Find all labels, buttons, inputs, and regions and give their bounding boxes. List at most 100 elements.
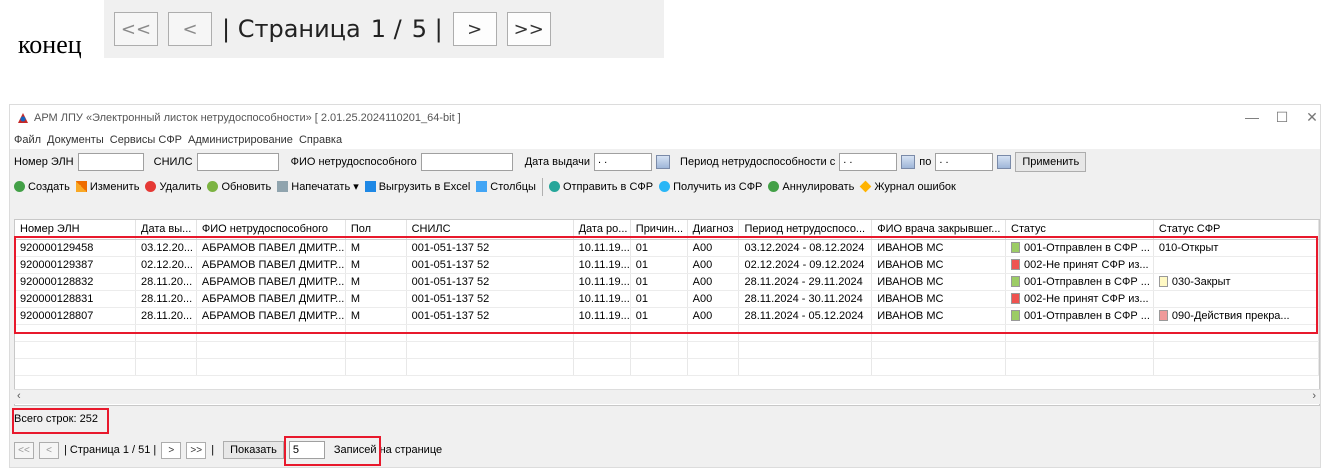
table-row[interactable] bbox=[15, 341, 1319, 359]
total-highlight-box bbox=[12, 408, 109, 434]
send-sfr-button[interactable]: Отправить в СФР bbox=[548, 181, 653, 193]
table-cell bbox=[630, 358, 688, 376]
delete-button[interactable]: Удалить bbox=[145, 181, 201, 193]
table-cell bbox=[15, 341, 136, 359]
snils-label: СНИЛС bbox=[153, 155, 193, 168]
eln-input[interactable] bbox=[77, 152, 144, 171]
page-number: 1 / bbox=[370, 15, 402, 43]
table-cell bbox=[738, 341, 873, 359]
period-label: Период нетрудоспособности с bbox=[680, 155, 836, 168]
window-title: АРМ ЛПУ «Электронный листок нетрудоспосо… bbox=[34, 111, 461, 124]
prev-page-button[interactable]: < bbox=[39, 441, 59, 459]
diamond-icon bbox=[859, 180, 872, 193]
dropdown-arrow-icon[interactable]: ▾ bbox=[353, 180, 359, 193]
annul-button[interactable]: Аннулировать bbox=[768, 181, 854, 193]
table-cell bbox=[406, 358, 574, 376]
horizontal-scrollbar[interactable]: ‹ › bbox=[14, 389, 1320, 404]
page-label: | Страница bbox=[222, 15, 361, 43]
menu-documents[interactable]: Документы bbox=[47, 134, 104, 146]
menu-help[interactable]: Справка bbox=[299, 134, 342, 146]
delete-icon bbox=[145, 181, 157, 192]
snils-input[interactable] bbox=[196, 152, 279, 171]
prev-page-button[interactable]: < bbox=[168, 12, 212, 46]
table-cell bbox=[573, 341, 631, 359]
apply-button[interactable]: Применить bbox=[1015, 151, 1087, 172]
rows-highlight-box bbox=[14, 236, 1318, 334]
add-icon bbox=[14, 181, 25, 192]
print-button[interactable]: Напечатать ▾ bbox=[277, 180, 359, 193]
error-log-button[interactable]: Журнал ошибок bbox=[859, 180, 956, 193]
table-cell bbox=[135, 358, 197, 376]
menu-sfr-services[interactable]: Сервисы СФР bbox=[110, 134, 182, 146]
toolbar: Создать Изменить Удалить Обновить Напеча… bbox=[10, 174, 1320, 199]
show-button[interactable]: Показать bbox=[223, 441, 284, 459]
table-row[interactable] bbox=[15, 358, 1319, 376]
top-pager: << < | Страница 1 / 5 | > >> bbox=[104, 0, 664, 58]
table-cell bbox=[406, 341, 574, 359]
table-cell bbox=[15, 358, 136, 376]
table-cell bbox=[630, 341, 688, 359]
first-page-button[interactable]: << bbox=[14, 441, 34, 459]
show-highlight-box bbox=[284, 436, 381, 466]
title-bar: АРМ ЛПУ «Электронный листок нетрудоспосо… bbox=[10, 105, 1320, 130]
create-button[interactable]: Создать bbox=[14, 181, 70, 193]
refresh-icon bbox=[207, 181, 219, 192]
export-excel-button[interactable]: Выгрузить в Excel bbox=[364, 181, 470, 193]
scroll-right-icon[interactable]: › bbox=[1312, 390, 1316, 402]
toolbar-separator bbox=[541, 177, 543, 196]
calendar-icon[interactable] bbox=[656, 154, 671, 169]
table-cell bbox=[345, 358, 407, 376]
app-logo-icon bbox=[16, 111, 30, 125]
refresh-button[interactable]: Обновить bbox=[207, 181, 271, 193]
eln-label: Номер ЭЛН bbox=[14, 155, 74, 168]
table-cell bbox=[687, 341, 740, 359]
table-cell bbox=[1005, 341, 1154, 359]
scroll-left-icon[interactable]: ‹ bbox=[17, 390, 21, 402]
fio-input[interactable] bbox=[420, 152, 513, 171]
table-cell bbox=[345, 341, 407, 359]
page-indicator: | Страница 1 / 5 | bbox=[222, 15, 443, 43]
calendar-icon[interactable] bbox=[997, 154, 1012, 169]
calendar-icon[interactable] bbox=[901, 154, 916, 169]
table-cell bbox=[1153, 341, 1319, 359]
table-cell bbox=[1153, 358, 1319, 376]
period-to-label: по bbox=[919, 155, 932, 168]
table-cell bbox=[135, 341, 197, 359]
edit-button[interactable]: Изменить bbox=[75, 181, 139, 193]
period-from-input[interactable]: . . bbox=[839, 152, 898, 171]
pager-separator: | bbox=[211, 444, 215, 456]
period-to-input[interactable]: . . bbox=[935, 152, 994, 171]
close-button[interactable]: ✕ bbox=[1292, 107, 1321, 127]
table-cell bbox=[1005, 358, 1154, 376]
page-indicator: | Страница 1 / 51 | bbox=[64, 444, 157, 456]
printer-icon bbox=[277, 181, 289, 192]
menu-file[interactable]: Файл bbox=[14, 134, 41, 146]
filter-bar: Номер ЭЛН СНИЛС ФИО нетрудоспособного Да… bbox=[10, 149, 1320, 174]
document-word: конец bbox=[18, 30, 82, 59]
menu-bar: Файл Документы Сервисы СФР Администриров… bbox=[10, 130, 1320, 149]
columns-button[interactable]: Столбцы bbox=[476, 181, 536, 193]
next-page-button[interactable]: > bbox=[452, 12, 497, 46]
last-page-button[interactable]: >> bbox=[506, 12, 551, 46]
table-cell bbox=[573, 358, 631, 376]
table-cell bbox=[871, 358, 1007, 376]
excel-icon bbox=[364, 181, 376, 192]
table-cell bbox=[738, 358, 873, 376]
table-cell bbox=[196, 358, 346, 376]
issue-date-label: Дата выдачи bbox=[524, 155, 591, 168]
receive-sfr-button[interactable]: Получить из СФР bbox=[659, 181, 762, 193]
menu-administration[interactable]: Администрирование bbox=[188, 134, 293, 146]
annul-icon bbox=[768, 181, 780, 192]
table-cell bbox=[687, 358, 740, 376]
table-cell bbox=[871, 341, 1007, 359]
next-page-button[interactable]: > bbox=[161, 441, 182, 459]
page-total: 5 | bbox=[411, 15, 443, 43]
send-icon bbox=[548, 181, 560, 192]
issue-date-input[interactable]: . . bbox=[594, 152, 653, 171]
receive-icon bbox=[659, 181, 671, 192]
fio-label: ФИО нетрудоспособного bbox=[290, 155, 417, 168]
last-page-button[interactable]: >> bbox=[186, 441, 207, 459]
first-page-button[interactable]: << bbox=[114, 12, 158, 46]
columns-icon bbox=[476, 181, 488, 192]
table-cell bbox=[196, 341, 346, 359]
